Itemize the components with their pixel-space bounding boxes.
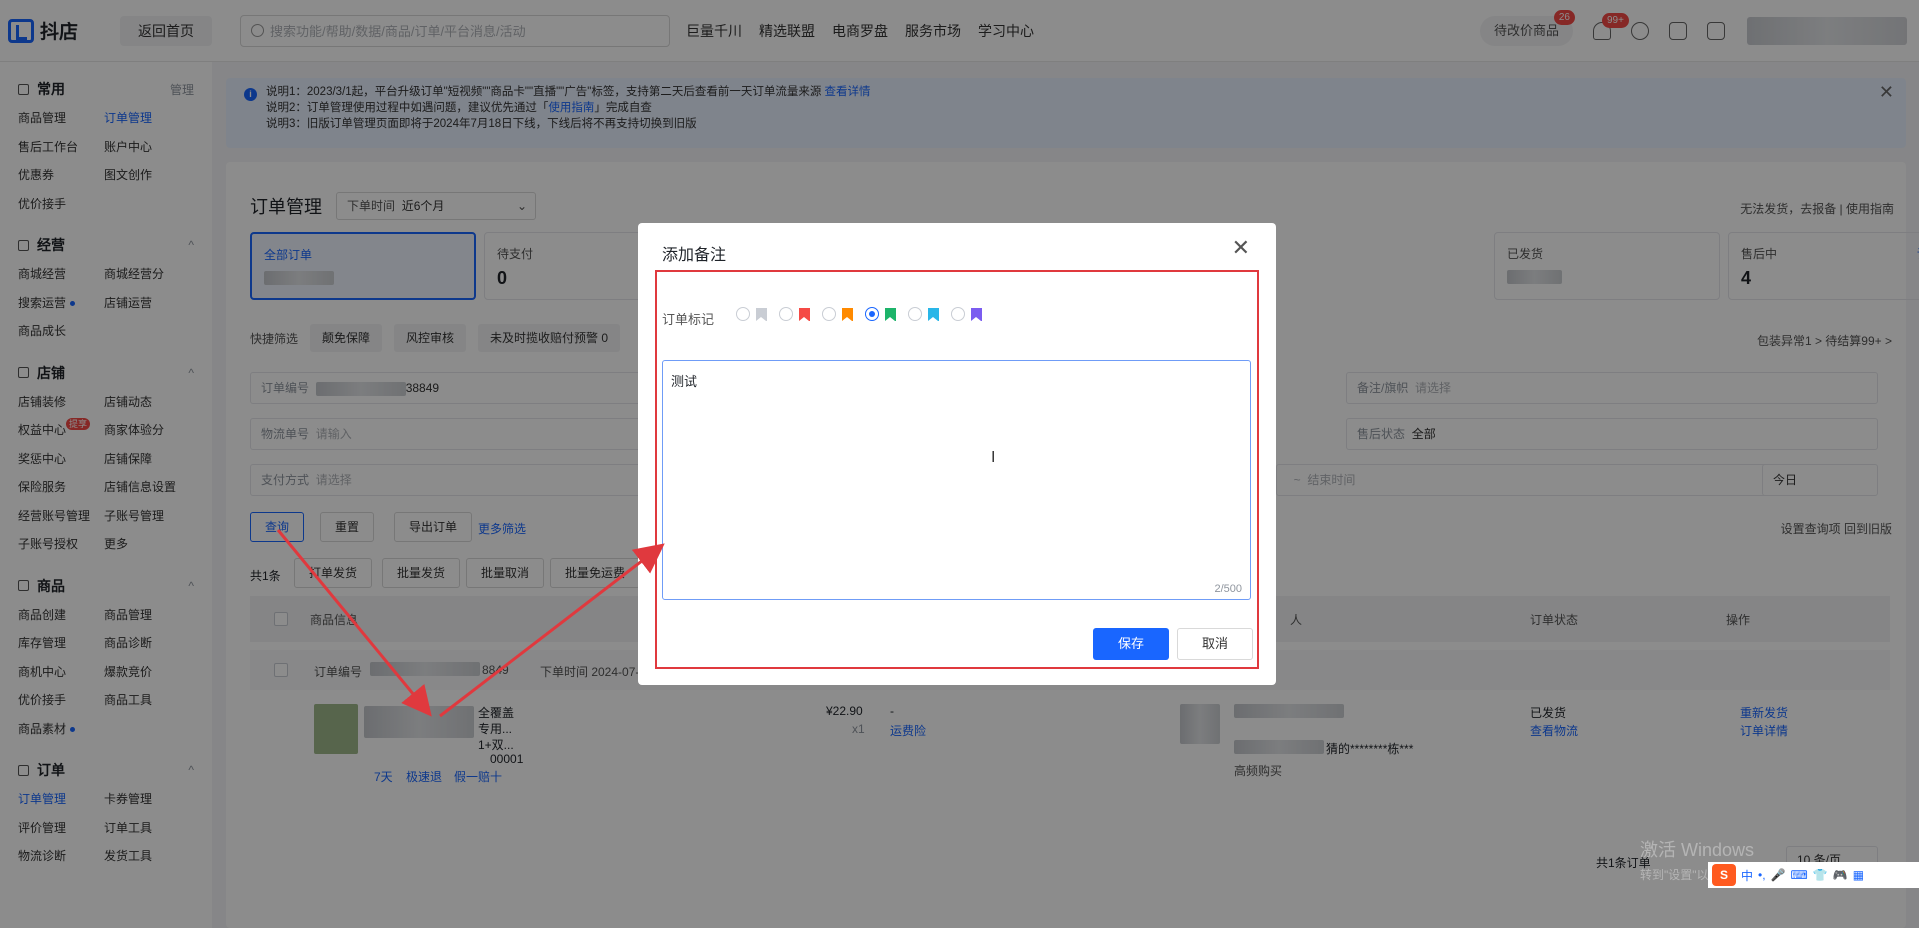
remark-text: 测试 <box>671 374 698 389</box>
remark-textarea[interactable]: 测试 I 2/500 <box>662 360 1251 600</box>
flag-option-cyan[interactable] <box>908 307 939 321</box>
flag-options <box>736 307 982 321</box>
flag-radio[interactable] <box>736 307 750 321</box>
add-remark-dialog: 添加备注 ✕ 订单标记 测试 I 2/500 保存 取消 <box>638 223 1276 685</box>
char-counter: 2/500 <box>1214 583 1242 595</box>
windows-watermark: 激活 Windows <box>1640 840 1755 860</box>
flag-icon <box>842 307 853 321</box>
punctuation-icon[interactable]: •, <box>1758 868 1766 882</box>
flag-radio[interactable] <box>951 307 965 321</box>
flag-radio[interactable] <box>908 307 922 321</box>
flag-option-orange[interactable] <box>822 307 853 321</box>
flag-option-gray[interactable] <box>736 307 767 321</box>
text-cursor-icon: I <box>991 449 996 466</box>
save-button[interactable]: 保存 <box>1093 628 1169 660</box>
flag-icon <box>928 307 939 321</box>
flag-radio-selected[interactable] <box>865 307 879 321</box>
close-icon[interactable]: ✕ <box>1232 237 1250 259</box>
dialog-title: 添加备注 <box>662 247 727 264</box>
ime-mode[interactable]: 中 <box>1741 867 1753 884</box>
flag-icon <box>799 307 810 321</box>
flag-label: 订单标记 <box>662 312 715 327</box>
skin-icon[interactable]: 👕 <box>1813 868 1828 882</box>
flag-icon <box>885 307 896 321</box>
keyboard-icon[interactable]: ⌨ <box>1791 868 1808 882</box>
flag-option-purple[interactable] <box>951 307 982 321</box>
flag-icon <box>971 307 982 321</box>
flag-radio[interactable] <box>779 307 793 321</box>
flag-option-red[interactable] <box>779 307 810 321</box>
ime-toolbar: S 中 •, 🎤 ⌨ 👕 🎮 ▦ <box>1708 862 1919 888</box>
cancel-button[interactable]: 取消 <box>1177 628 1253 660</box>
grid-icon[interactable]: ▦ <box>1853 868 1864 882</box>
sogou-icon[interactable]: S <box>1712 864 1736 886</box>
flag-icon <box>756 307 767 321</box>
flag-radio[interactable] <box>822 307 836 321</box>
mic-icon[interactable]: 🎤 <box>1771 868 1786 882</box>
game-icon[interactable]: 🎮 <box>1833 868 1848 882</box>
flag-option-green[interactable] <box>865 307 896 321</box>
